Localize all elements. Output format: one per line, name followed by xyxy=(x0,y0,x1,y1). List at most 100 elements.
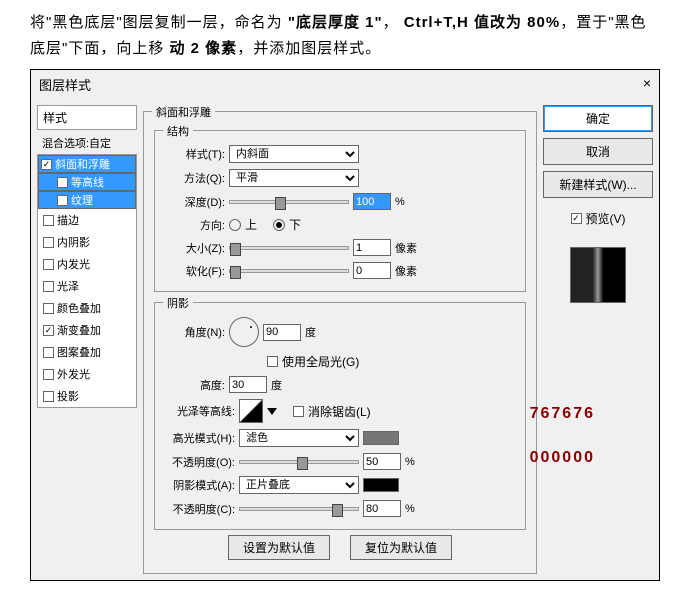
style-item-label: 等高线 xyxy=(71,174,104,190)
style-checkbox[interactable] xyxy=(43,369,54,380)
highlight-opacity-slider[interactable] xyxy=(239,460,359,464)
soften-label: 软化(F): xyxy=(163,263,225,279)
style-checkbox[interactable] xyxy=(43,237,54,248)
style-checkbox[interactable] xyxy=(43,303,54,314)
structure-legend: 结构 xyxy=(163,123,193,139)
shadow-mode-select[interactable]: 正片叠底 xyxy=(239,476,359,494)
style-item-内发光[interactable]: 内发光 xyxy=(38,253,136,275)
style-item-label: 纹理 xyxy=(71,192,93,208)
shadow-opacity-unit: % xyxy=(405,503,415,515)
shadow-color-swatch[interactable] xyxy=(363,478,399,492)
style-checkbox[interactable] xyxy=(57,195,68,206)
layer-style-dialog: 图层样式 × 样式 混合选项:自定 斜面和浮雕等高线纹理描边内阴影内发光光泽颜色… xyxy=(30,69,660,581)
soften-slider[interactable] xyxy=(229,269,349,273)
depth-unit: % xyxy=(395,196,405,208)
highlight-color-swatch[interactable] xyxy=(363,431,399,445)
ok-button[interactable]: 确定 xyxy=(543,105,653,132)
instr-b2: Ctrl+T,H 值改为 80% xyxy=(404,14,560,31)
style-item-斜面和浮雕[interactable]: 斜面和浮雕 xyxy=(38,155,136,173)
style-item-描边[interactable]: 描边 xyxy=(38,209,136,231)
style-item-内阴影[interactable]: 内阴影 xyxy=(38,231,136,253)
shadow-mode-label: 阴影模式(A): xyxy=(163,477,235,493)
reset-default-button[interactable]: 复位为默认值 xyxy=(350,535,452,560)
size-input[interactable] xyxy=(353,239,391,256)
set-default-button[interactable]: 设置为默认值 xyxy=(228,535,330,560)
shadow-color-note: 000000 xyxy=(530,449,595,467)
highlight-mode-label: 高光模式(H): xyxy=(163,430,235,446)
shadow-opacity-input[interactable] xyxy=(363,500,401,517)
preview-thumbnail xyxy=(570,247,626,303)
blend-options[interactable]: 混合选项:自定 xyxy=(37,132,137,154)
shadow-opacity-slider[interactable] xyxy=(239,507,359,511)
direction-label: 方向: xyxy=(163,217,225,233)
style-item-图案叠加[interactable]: 图案叠加 xyxy=(38,341,136,363)
angle-dial[interactable] xyxy=(229,317,259,347)
depth-label: 深度(D): xyxy=(163,194,225,210)
technique-select[interactable]: 平滑 xyxy=(229,169,359,187)
size-label: 大小(Z): xyxy=(163,240,225,256)
instr-t1: 将"黑色底层"图层复制一层，命名为 xyxy=(30,14,283,31)
highlight-opacity-unit: % xyxy=(405,456,415,468)
style-checkbox[interactable] xyxy=(57,177,68,188)
style-item-颜色叠加[interactable]: 颜色叠加 xyxy=(38,297,136,319)
style-select[interactable]: 内斜面 xyxy=(229,145,359,163)
direction-up-radio[interactable] xyxy=(229,219,241,231)
global-light-label: 使用全局光(G) xyxy=(282,353,359,370)
shadow-opacity-label: 不透明度(C): xyxy=(163,501,235,517)
preview-label: 预览(V) xyxy=(586,210,626,227)
style-checkbox[interactable] xyxy=(43,347,54,358)
style-item-label: 内发光 xyxy=(57,256,90,272)
style-item-渐变叠加[interactable]: 渐变叠加 xyxy=(38,319,136,341)
instr-b1: "底层厚度 1" xyxy=(288,14,383,31)
global-light-checkbox[interactable] xyxy=(267,356,278,367)
highlight-color-note: 767676 xyxy=(530,405,595,423)
depth-input[interactable] xyxy=(353,193,391,210)
style-checkbox[interactable] xyxy=(43,259,54,270)
style-item-投影[interactable]: 投影 xyxy=(38,385,136,407)
direction-down-label: 下 xyxy=(289,216,301,233)
instr-b3: 动 2 像素 xyxy=(170,40,238,57)
chevron-down-icon[interactable] xyxy=(267,408,277,415)
style-item-label: 投影 xyxy=(57,388,79,404)
new-style-button[interactable]: 新建样式(W)... xyxy=(543,171,653,198)
gloss-contour[interactable] xyxy=(239,399,263,423)
styles-header: 样式 xyxy=(37,105,137,130)
style-label: 样式(T): xyxy=(163,146,225,162)
style-checkbox[interactable] xyxy=(43,215,54,226)
preview-checkbox[interactable] xyxy=(571,213,582,224)
style-item-外发光[interactable]: 外发光 xyxy=(38,363,136,385)
style-checkbox[interactable] xyxy=(41,159,52,170)
cancel-button[interactable]: 取消 xyxy=(543,138,653,165)
altitude-input[interactable] xyxy=(229,376,267,393)
style-checkbox[interactable] xyxy=(43,281,54,292)
direction-up-label: 上 xyxy=(245,216,257,233)
style-item-label: 颜色叠加 xyxy=(57,300,101,316)
style-checkbox[interactable] xyxy=(43,391,54,402)
instr-t2: ， xyxy=(383,14,399,31)
antialias-checkbox[interactable] xyxy=(293,406,304,417)
close-icon[interactable]: × xyxy=(643,75,651,94)
highlight-opacity-input[interactable] xyxy=(363,453,401,470)
soften-unit: 像素 xyxy=(395,263,417,279)
angle-input[interactable] xyxy=(263,324,301,341)
style-checkbox[interactable] xyxy=(43,325,54,336)
direction-down-radio[interactable] xyxy=(273,219,285,231)
style-item-等高线[interactable]: 等高线 xyxy=(38,173,136,191)
instr-t4: ，并添加图层样式。 xyxy=(237,40,381,57)
size-unit: 像素 xyxy=(395,240,417,256)
style-item-纹理[interactable]: 纹理 xyxy=(38,191,136,209)
soften-input[interactable] xyxy=(353,262,391,279)
structure-group: 结构 样式(T): 内斜面 方法(Q): 平滑 深度(D): % 方向: 上 下… xyxy=(154,130,526,292)
style-item-label: 斜面和浮雕 xyxy=(55,156,110,172)
size-slider[interactable] xyxy=(229,246,349,250)
style-item-光泽[interactable]: 光泽 xyxy=(38,275,136,297)
dialog-title: 图层样式 xyxy=(39,75,91,94)
bevel-group: 斜面和浮雕 结构 样式(T): 内斜面 方法(Q): 平滑 深度(D): % 方… xyxy=(143,111,537,574)
technique-label: 方法(Q): xyxy=(163,170,225,186)
highlight-opacity-label: 不透明度(O): xyxy=(163,454,235,470)
altitude-unit: 度 xyxy=(271,377,282,393)
angle-label: 角度(N): xyxy=(163,324,225,340)
highlight-mode-select[interactable]: 滤色 xyxy=(239,429,359,447)
style-item-label: 内阴影 xyxy=(57,234,90,250)
depth-slider[interactable] xyxy=(229,200,349,204)
